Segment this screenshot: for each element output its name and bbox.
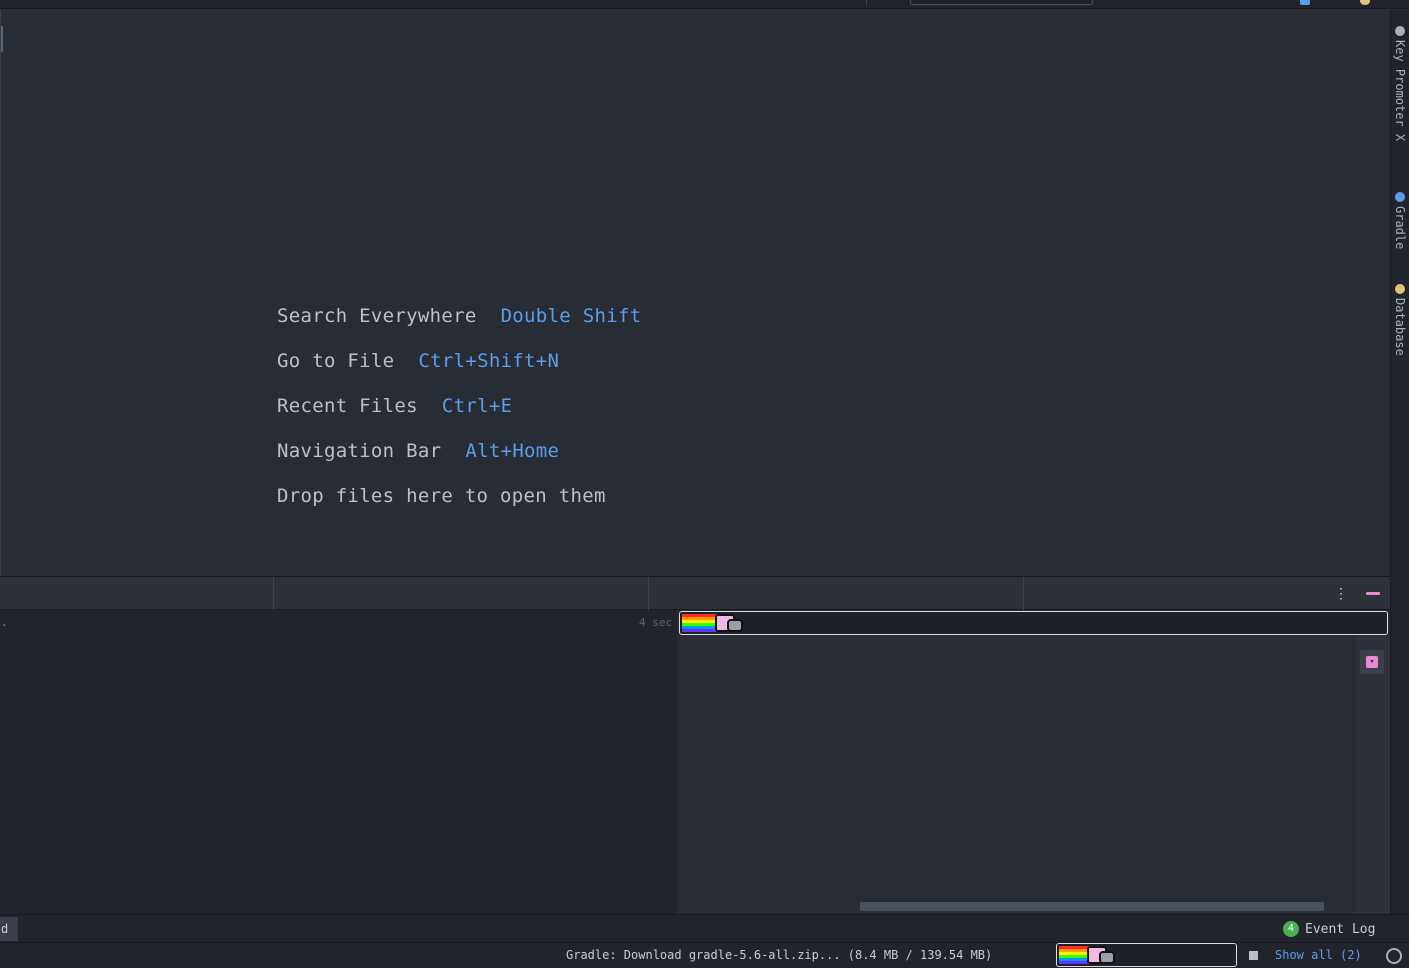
hint-action: Go to File	[277, 350, 395, 372]
scroll-to-end-button[interactable]: ▾	[1360, 650, 1384, 674]
hint-shortcut: Alt+Home	[465, 440, 560, 462]
status-message[interactable]: Gradle: Download gradle-5.6-all.zip... (…	[566, 948, 992, 962]
hint-go-to-file: Go to File Ctrl+Shift+N	[277, 350, 559, 372]
hint-drop-files: Drop files here to open them	[277, 485, 606, 507]
top-toolbar	[0, 0, 1409, 9]
background-tasks-icon[interactable]	[1386, 948, 1402, 964]
scroll-to-end-icon: ▾	[1366, 656, 1378, 668]
database-icon	[1395, 284, 1405, 294]
download-progress-bar[interactable]	[1056, 943, 1237, 967]
nyan-cat-icon	[715, 613, 743, 633]
hint-shortcut: Double Shift	[500, 305, 642, 327]
console-toolbar	[1356, 636, 1390, 914]
build-elapsed-time: 4 sec	[639, 616, 673, 629]
tool-tab-label: Gradle	[1393, 206, 1407, 250]
nyan-cat-icon	[1087, 945, 1115, 965]
event-log-label: Event Log	[1305, 921, 1376, 937]
event-log-badge: 4	[1283, 921, 1299, 937]
show-all-processes-link[interactable]: Show all (2)	[1275, 948, 1362, 962]
key-promoter-icon	[1395, 26, 1405, 36]
build-tool-window-header: ⋮	[0, 576, 1390, 610]
tool-tab-truncated[interactable]: d	[0, 917, 18, 941]
hint-action: Recent Files	[277, 395, 418, 417]
column-divider	[1023, 577, 1024, 610]
build-tree-pane[interactable]: . 4 sec	[0, 610, 677, 914]
event-log-tab[interactable]: 4 Event Log	[1283, 921, 1375, 937]
editor-empty-area[interactable]: Search Everywhere Double Shift Go to File…	[0, 10, 1390, 576]
gradle-elephant-icon	[1395, 192, 1405, 202]
tool-tab-database[interactable]: Database	[1393, 284, 1407, 356]
toolbar-action-icon[interactable]	[1300, 0, 1310, 5]
progress-rainbow	[1059, 946, 1089, 964]
hint-recent-files: Recent Files Ctrl+E	[277, 395, 512, 417]
build-console-pane[interactable]	[677, 610, 1390, 914]
hint-shortcut: Ctrl+E	[441, 395, 513, 417]
build-progress-bar	[679, 611, 1388, 635]
tool-tab-key-promoter-x[interactable]: Key Promoter X	[1393, 26, 1407, 141]
build-tree-row[interactable]: .	[1, 616, 8, 629]
hint-action: Navigation Bar	[277, 440, 442, 462]
run-configuration-field[interactable]	[910, 0, 1093, 5]
hint-shortcut: Ctrl+Shift+N	[418, 350, 560, 372]
bottom-tool-tabs: d 4 Event Log	[0, 914, 1409, 942]
minimize-icon[interactable]	[1366, 592, 1380, 595]
tool-tab-label: Key Promoter X	[1393, 40, 1407, 142]
hint-navigation-bar: Navigation Bar Alt+Home	[277, 440, 559, 462]
tool-tab-gradle[interactable]: Gradle	[1393, 192, 1407, 249]
editor-gutter-marker	[1, 26, 3, 52]
hint-action: Search Everywhere	[277, 305, 477, 327]
tool-tab-label: Database	[1393, 298, 1407, 356]
stop-icon[interactable]	[1249, 951, 1258, 960]
column-divider	[273, 577, 274, 610]
toolbar-notification-icon[interactable]	[1360, 0, 1370, 5]
toolbar-separator	[866, 0, 867, 6]
progress-rainbow	[682, 614, 717, 632]
column-divider	[648, 577, 649, 610]
right-tool-strip: Key Promoter X Gradle Database	[1390, 10, 1409, 914]
horizontal-scrollbar-thumb[interactable]	[860, 902, 1324, 911]
more-options-icon[interactable]: ⋮	[1334, 585, 1348, 603]
hint-search-everywhere: Search Everywhere Double Shift	[277, 305, 641, 327]
